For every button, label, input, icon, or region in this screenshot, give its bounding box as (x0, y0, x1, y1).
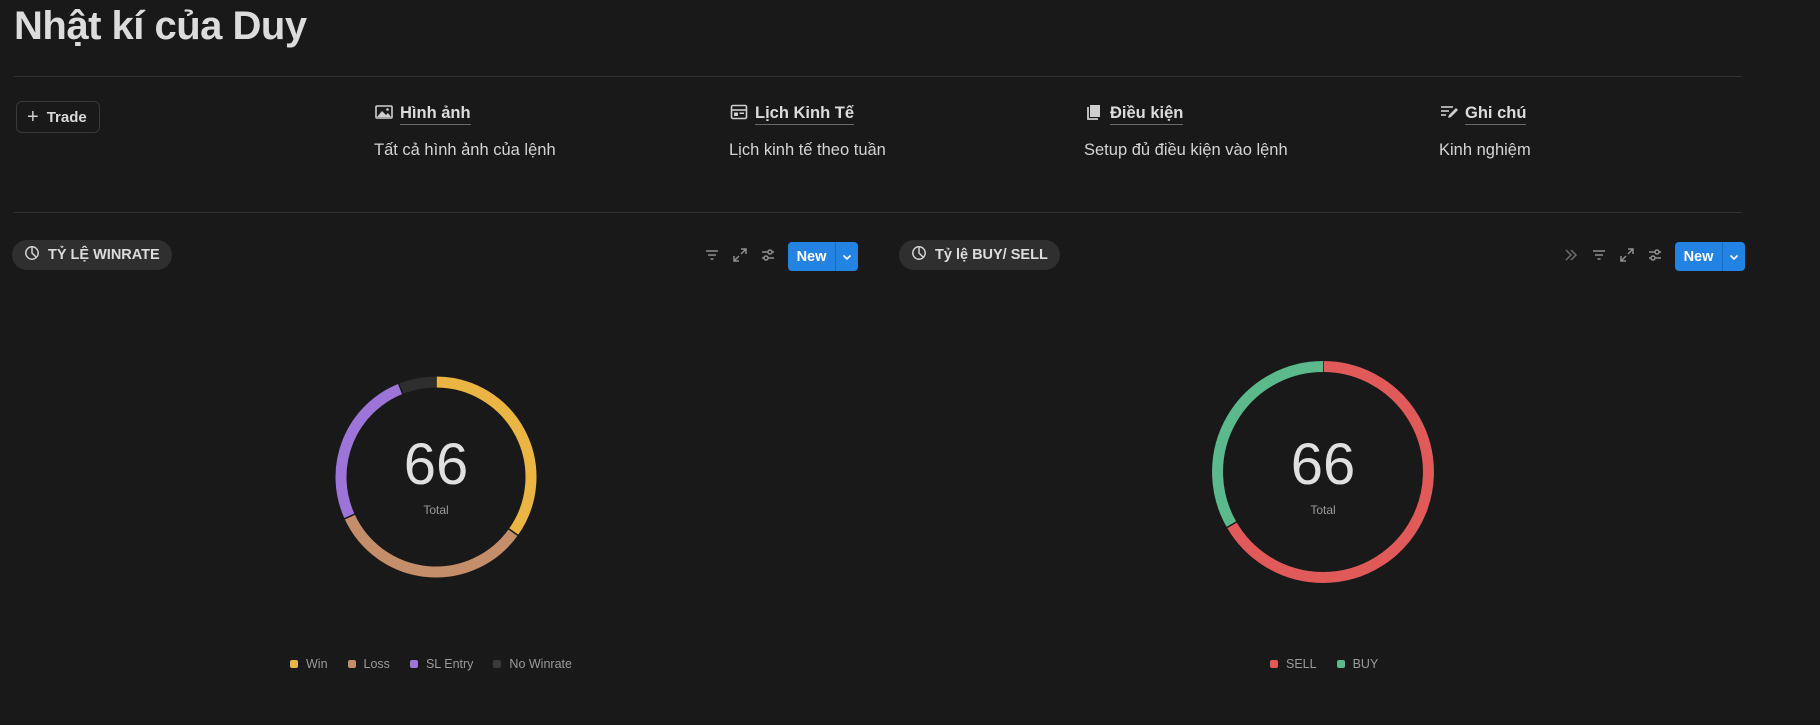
donut-slice-no-winrate[interactable] (398, 376, 437, 394)
filter-icon[interactable] (1590, 246, 1608, 264)
expand-icon[interactable] (1618, 246, 1636, 264)
pie-chart-icon (24, 245, 40, 265)
expand-icon[interactable] (731, 246, 749, 264)
settings-sliders-icon[interactable] (1646, 246, 1664, 264)
view-tab-winrate[interactable]: TỶ LỆ WINRATE (12, 240, 172, 270)
legend-swatch (493, 660, 502, 668)
book-icon (1084, 102, 1104, 127)
link-title[interactable]: Hình ảnh (400, 104, 471, 125)
divider (14, 76, 1742, 77)
legend-label: BUY (1352, 657, 1379, 671)
link-economic-calendar[interactable]: Lịch Kinh Tế Lịch kinh tế theo tuần (729, 102, 886, 160)
link-notes[interactable]: Ghi chú Kinh nghiệm (1439, 102, 1531, 160)
new-button[interactable]: New (788, 242, 858, 271)
legend-swatch (290, 660, 298, 668)
link-title[interactable]: Điều kiện (1110, 104, 1184, 125)
link-description: Setup đủ điều kiện vào lệnh (1084, 141, 1288, 159)
link-description: Lịch kinh tế theo tuần (729, 141, 886, 159)
new-button[interactable]: New (1675, 242, 1745, 271)
view-tab-label: TỶ LỆ WINRATE (48, 247, 160, 263)
new-button-label: New (1675, 242, 1723, 271)
chart-total-label: Total (1310, 503, 1336, 517)
link-images[interactable]: Hình ảnh Tất cả hình ảnh của lệnh (374, 102, 556, 160)
link-conditions[interactable]: Điều kiện Setup đủ điều kiện vào lệnh (1084, 102, 1288, 160)
legend-label: SELL (1286, 657, 1317, 671)
legend-label: Win (306, 657, 328, 671)
chart-legend: SELL BUY (1270, 657, 1378, 671)
filter-icon[interactable] (703, 246, 721, 264)
chart-total-value: 66 (403, 432, 469, 497)
link-description: Tất cả hình ảnh của lệnh (374, 141, 556, 159)
legend-item[interactable]: SL Entry (409, 657, 474, 671)
legend-label: SL Entry (425, 657, 474, 671)
chart-legend: Win Loss SL Entry No Winrate (290, 657, 572, 671)
add-trade-button[interactable]: + Trade (16, 101, 100, 133)
legend-item[interactable]: No Winrate (493, 657, 572, 671)
note-edit-icon (1439, 102, 1459, 127)
view-tab-buy-sell[interactable]: Tỷ lệ BUY/ SELL (899, 240, 1060, 270)
view-tab-label: Tỷ lệ BUY/ SELL (935, 247, 1048, 263)
pie-chart-icon (911, 245, 927, 265)
legend-swatch (347, 660, 356, 668)
link-description: Kinh nghiệm (1439, 141, 1531, 159)
add-trade-label: Trade (46, 108, 87, 126)
link-title[interactable]: Ghi chú (1465, 104, 1527, 125)
chevron-down-icon[interactable] (1723, 242, 1745, 271)
legend-label: No Winrate (509, 657, 572, 671)
chart-total-value: 66 (1290, 432, 1356, 497)
legend-label: Loss (363, 657, 390, 671)
new-button-label: New (788, 242, 836, 271)
link-title[interactable]: Lịch Kinh Tế (755, 104, 854, 125)
legend-item[interactable]: BUY (1336, 657, 1379, 671)
divider (14, 212, 1742, 213)
plus-icon: + (27, 106, 39, 128)
image-icon (374, 102, 394, 127)
page-title: Nhật kí của Duy (14, 4, 307, 48)
settings-sliders-icon[interactable] (759, 246, 777, 264)
double-chevron-right-icon[interactable] (1562, 246, 1580, 264)
donut-slice-loss[interactable] (344, 514, 518, 578)
legend-item[interactable]: Win (290, 657, 328, 671)
legend-swatch (409, 660, 418, 668)
legend-swatch (1336, 660, 1345, 668)
legend-item[interactable]: SELL (1270, 657, 1317, 671)
legend-item[interactable]: Loss (347, 657, 390, 671)
calendar-layout-icon (729, 102, 749, 127)
chart-total-label: Total (423, 503, 449, 517)
chevron-down-icon[interactable] (836, 242, 858, 271)
legend-swatch (1270, 660, 1278, 668)
